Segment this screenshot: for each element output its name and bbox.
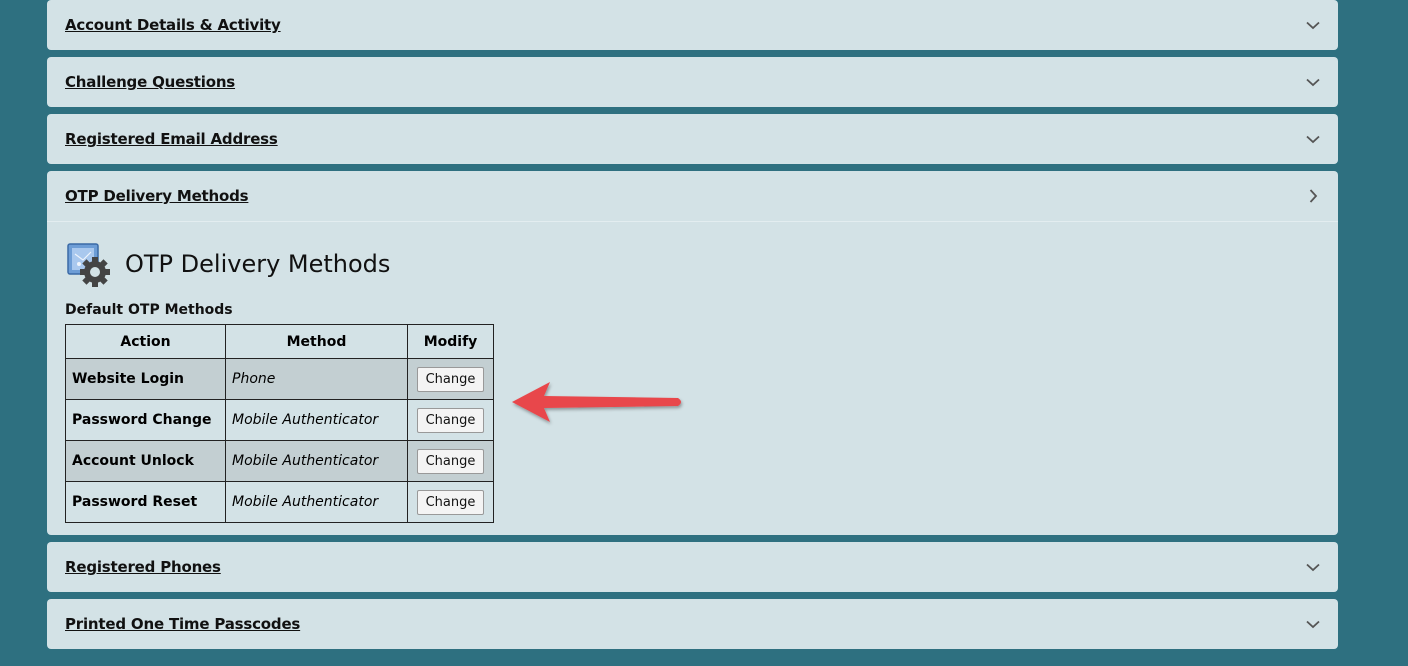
method-cell: Phone — [225, 358, 408, 400]
table-row: Password Reset Mobile Authenticator Chan… — [65, 481, 494, 523]
panel-header-otp-delivery-methods[interactable]: OTP Delivery Methods — [47, 171, 1338, 221]
table-row: Account Unlock Mobile Authenticator Chan… — [65, 440, 494, 482]
panel-header-registered-phones[interactable]: Registered Phones — [47, 542, 1338, 592]
chevron-down-icon[interactable] — [1306, 132, 1320, 146]
action-cell: Account Unlock — [65, 440, 226, 482]
panel-title[interactable]: Registered Phones — [65, 558, 221, 576]
change-button-password-reset[interactable]: Change — [416, 489, 485, 515]
panel-challenge-questions: Challenge Questions — [47, 57, 1338, 107]
panel-registered-phones: Registered Phones — [47, 542, 1338, 592]
default-otp-methods-label: Default OTP Methods — [65, 302, 233, 318]
otp-heading: OTP Delivery Methods — [65, 240, 1320, 288]
change-button-account-unlock[interactable]: Change — [416, 448, 485, 474]
panel-registered-email: Registered Email Address — [47, 114, 1338, 164]
panel-header-account-details[interactable]: Account Details & Activity — [47, 0, 1338, 50]
table-header-row: Action Method Modify — [65, 324, 494, 359]
change-button-password-change[interactable]: Change — [416, 407, 485, 433]
settings-gear-icon — [65, 240, 113, 288]
panel-title[interactable]: Registered Email Address — [65, 130, 278, 148]
method-cell: Mobile Authenticator — [225, 440, 408, 482]
otp-section-heading: OTP Delivery Methods — [125, 250, 391, 278]
panel-header-printed-passcodes[interactable]: Printed One Time Passcodes — [47, 599, 1338, 649]
chevron-down-icon[interactable] — [1306, 18, 1320, 32]
action-cell: Password Change — [65, 399, 226, 441]
method-cell: Mobile Authenticator — [225, 399, 408, 441]
table-row: Password Change Mobile Authenticator Cha… — [65, 399, 494, 441]
method-cell: Mobile Authenticator — [225, 481, 408, 523]
modify-cell: Change — [407, 440, 494, 482]
panel-header-registered-email[interactable]: Registered Email Address — [47, 114, 1338, 164]
modify-cell: Change — [407, 399, 494, 441]
chevron-down-icon[interactable] — [1306, 75, 1320, 89]
chevron-down-icon[interactable] — [1306, 617, 1320, 631]
chevron-down-icon[interactable] — [1306, 560, 1320, 574]
action-cell: Password Reset — [65, 481, 226, 523]
panel-body-otp: OTP Delivery Methods Default OTP Methods… — [47, 221, 1338, 535]
account-settings-accordion: Account Details & Activity Challenge Que… — [47, 0, 1338, 656]
panel-printed-passcodes: Printed One Time Passcodes — [47, 599, 1338, 649]
panel-title[interactable]: OTP Delivery Methods — [65, 187, 249, 205]
panel-otp-delivery-methods: OTP Delivery Methods OTP Delivery Method… — [47, 171, 1338, 535]
red-arrow-icon — [510, 378, 686, 433]
chevron-right-icon[interactable] — [1306, 189, 1320, 203]
table-row: Website Login Phone Change — [65, 358, 494, 400]
change-button-website-login[interactable]: Change — [416, 366, 485, 392]
column-header-action: Action — [65, 324, 226, 359]
modify-cell: Change — [407, 481, 494, 523]
otp-methods-table: Action Method Modify Website Login Phone… — [65, 324, 494, 523]
action-cell: Website Login — [65, 358, 226, 400]
panel-header-challenge-questions[interactable]: Challenge Questions — [47, 57, 1338, 107]
panel-title[interactable]: Printed One Time Passcodes — [65, 615, 300, 633]
modify-cell: Change — [407, 358, 494, 400]
panel-title[interactable]: Challenge Questions — [65, 73, 235, 91]
panel-title[interactable]: Account Details & Activity — [65, 16, 281, 34]
column-header-modify: Modify — [407, 324, 494, 359]
panel-account-details: Account Details & Activity — [47, 0, 1338, 50]
column-header-method: Method — [225, 324, 408, 359]
